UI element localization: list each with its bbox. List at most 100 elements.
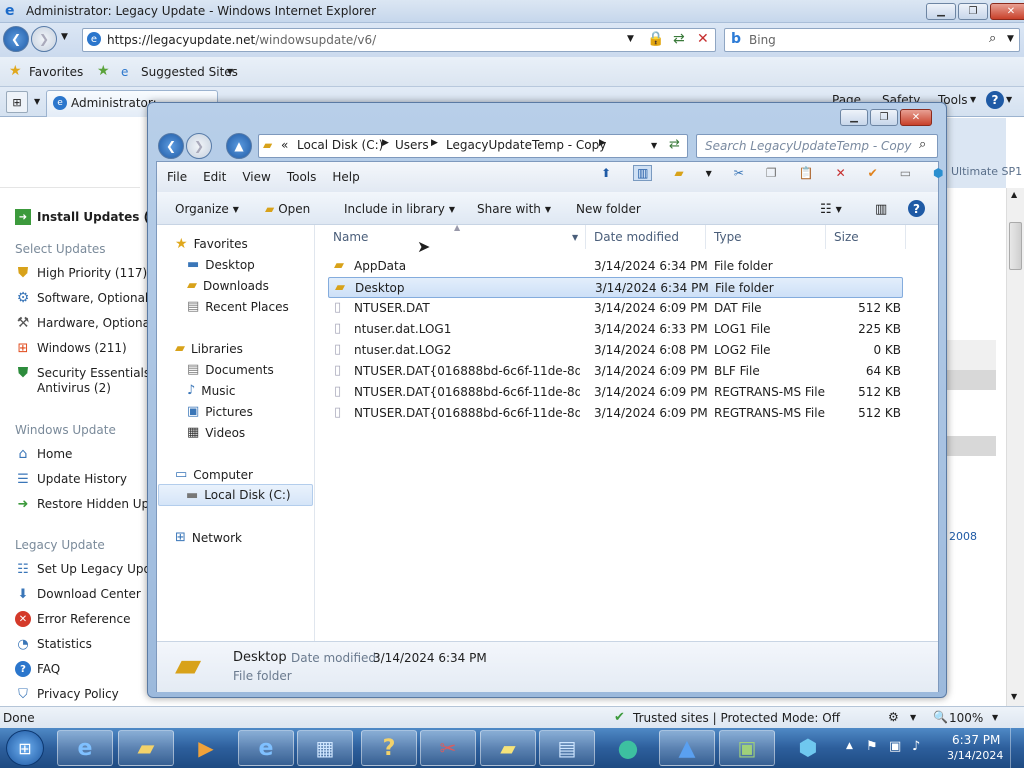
explorer-close-button[interactable]: ✕ (900, 109, 932, 126)
tray-time[interactable]: 6:37 PM (952, 733, 1000, 747)
properties-check-icon[interactable]: ✔ (868, 166, 878, 180)
nav-computer[interactable]: ▭ Computer (175, 467, 253, 482)
ie-search-box[interactable]: b Bing ⌕ ▼ (724, 28, 1020, 52)
taskbar-app-green[interactable]: ● (600, 730, 656, 766)
ie-scroll-thumb[interactable] (1009, 222, 1022, 270)
file-row[interactable]: ▯ ntuser.dat.LOG1 3/14/2024 6:33 PM LOG1 Fi… (328, 319, 903, 340)
nav-libraries[interactable]: ▰ Libraries (175, 341, 243, 356)
explorer-search-box[interactable]: Search LegacyUpdateTemp - Copy ⌕ (696, 134, 938, 158)
column-type[interactable]: Type (706, 225, 826, 249)
breadcrumb-dropdown-icon[interactable]: ▼ (651, 141, 657, 150)
nav-network[interactable]: ⊞ Network (175, 530, 242, 545)
search-icon[interactable]: ⌕ (989, 31, 996, 46)
explorer-breadcrumb[interactable]: ▰ « Local Disk (C:) ▶ Users ▶ LegacyUpda… (258, 134, 688, 158)
taskbar-app-blue[interactable]: ▲ (659, 730, 715, 766)
taskbar-explorer[interactable]: ▰ (118, 730, 174, 766)
tray-volume-icon[interactable]: ♪ (912, 739, 920, 754)
popup-dropdown-icon[interactable]: ▼ (910, 713, 916, 722)
search-dropdown-icon[interactable]: ▼ (1007, 34, 1014, 44)
suggested-sites-link[interactable]: Suggested Sites (141, 65, 238, 79)
taskbar-ie-2[interactable]: e (238, 730, 294, 766)
file-row[interactable]: ▯ NTUSER.DAT 3/14/2024 6:09 PM DAT File 512 … (328, 298, 903, 319)
menu-tools[interactable]: Tools (287, 170, 317, 184)
menu-edit[interactable]: Edit (203, 170, 226, 184)
help-icon[interactable]: ? (986, 91, 1004, 109)
sidebar-item-restore-hidden[interactable]: ➜ Restore Hidden Upda (15, 496, 165, 512)
sidebar-item-hardware-optional[interactable]: ⚒ Hardware, Optional (15, 315, 154, 331)
nav-downloads[interactable]: ▰ Downloads (187, 278, 269, 293)
sidebar-item-faq[interactable]: ? FAQ (15, 661, 60, 677)
sidebar-item-high-priority[interactable]: ⛊ High Priority (117) (15, 265, 147, 281)
taskbar-ie-1[interactable]: e (57, 730, 113, 766)
lock-icon[interactable]: 🔒 (647, 31, 664, 47)
ie-close-button[interactable]: ✕ (990, 3, 1024, 20)
taskbar-document[interactable]: ▤ (539, 730, 595, 766)
nav-desktop[interactable]: ▬ Desktop (187, 257, 255, 272)
cut-icon[interactable]: ✂ (734, 166, 744, 180)
sidebar-item-security-essentials[interactable]: ⛊ Security Essentials F (15, 365, 161, 381)
breadcrumb-local-disk[interactable]: Local Disk (C:) (297, 138, 383, 152)
security-zone-text[interactable]: Trusted sites | Protected Mode: Off (633, 711, 840, 725)
nav-favorites[interactable]: ★ Favorites (175, 236, 248, 252)
tray-expand-icon[interactable]: ▲ (846, 741, 853, 751)
sidebar-item-home[interactable]: ⌂ Home (15, 446, 73, 462)
ie-minimize-button[interactable]: ▁ (926, 3, 956, 20)
history-dropdown-icon[interactable]: ▼ (61, 32, 68, 42)
sidebar-item-software-optional[interactable]: ⚙ Software, Optional (15, 290, 149, 306)
taskbar-notes[interactable]: ▰ (480, 730, 536, 766)
nav-pane-toggle-icon[interactable]: ▥ (633, 165, 653, 181)
taskbar-media-player[interactable]: ▶ (178, 730, 234, 766)
tray-date[interactable]: 3/14/2024 (947, 749, 1003, 762)
tab-list-dropdown-icon[interactable]: ▼ (34, 97, 40, 106)
sidebar-item-update-history[interactable]: ☰ Update History (15, 471, 127, 487)
refresh-icon[interactable]: ⇄ (673, 31, 685, 47)
year-link[interactable]: 2008 (949, 530, 977, 543)
file-row[interactable]: ▯ ntuser.dat.LOG2 3/14/2024 6:08 PM LOG2 Fi… (328, 340, 903, 361)
address-dropdown-icon[interactable]: ▼ (627, 34, 634, 44)
taskbar-snipping[interactable]: ✂ (420, 730, 476, 766)
open-button[interactable]: ▰ Open (265, 202, 310, 216)
back-button[interactable]: ❮ (3, 26, 29, 52)
share-with-button[interactable]: Share with ▼ (477, 202, 551, 216)
sidebar-item-statistics[interactable]: ◔ Statistics (15, 636, 92, 652)
copy-icon[interactable]: ❐ (766, 166, 777, 180)
popup-blocker-icon[interactable]: ⚙ (888, 710, 899, 724)
add-favorite-icon[interactable]: ★ (97, 63, 110, 79)
explorer-search-icon[interactable]: ⌕ (919, 137, 926, 152)
suggested-dropdown-icon[interactable]: ▼ (227, 67, 233, 76)
show-desktop-button[interactable] (1010, 728, 1024, 768)
folder-options-icon[interactable]: ▰ (674, 166, 683, 180)
sidebar-item-error-reference[interactable]: ✕ Error Reference (15, 611, 131, 627)
taskbar-app-cyan[interactable]: ⬢ (780, 730, 836, 766)
zoom-dropdown-icon[interactable]: ▼ (992, 713, 998, 722)
sidebar-item-setup-legacy[interactable]: ☷ Set Up Legacy Updat (15, 561, 163, 577)
scroll-up-icon[interactable]: ▲ (1011, 190, 1017, 199)
tray-network-icon[interactable]: ▣ (889, 739, 901, 754)
nav-documents[interactable]: ▤ Documents (187, 362, 274, 377)
explorer-forward-button[interactable]: ❯ (186, 133, 212, 159)
start-button[interactable]: ⊞ (6, 730, 44, 766)
folder-options-dropdown-icon[interactable]: ▼ (706, 169, 712, 178)
column-date-modified[interactable]: Date modified (586, 225, 706, 249)
install-updates-link[interactable]: ➜ Install Updates (11 (15, 209, 166, 225)
breadcrumb-sep-icon[interactable]: ▶ (431, 138, 438, 148)
explorer-up-button[interactable]: ▲ (226, 133, 252, 159)
organize-button[interactable]: Organize ▼ (175, 202, 239, 216)
explorer-maximize-button[interactable]: ❐ (870, 109, 898, 126)
quick-tabs-icon[interactable]: ⊞ (6, 91, 28, 113)
tray-flag-icon[interactable]: ⚑ (866, 739, 878, 754)
paste-icon[interactable]: 📋 (799, 166, 814, 180)
file-row[interactable]: ▰ AppData 3/14/2024 6:34 PM File folder (328, 256, 903, 277)
stop-icon[interactable]: ✕ (697, 31, 709, 47)
include-in-library-button[interactable]: Include in library ▼ (344, 202, 455, 216)
delete-icon[interactable]: ✕ (836, 166, 846, 180)
forward-button[interactable]: ❯ (31, 26, 57, 52)
breadcrumb-overflow[interactable]: « (281, 138, 288, 152)
up-folder-icon[interactable]: ⬆ (601, 166, 611, 180)
menu-file[interactable]: File (167, 170, 187, 184)
address-bar[interactable]: e https://legacyupdate.net/windowsupdate… (82, 28, 716, 52)
taskbar-system-info[interactable]: ▦ (297, 730, 353, 766)
nav-pictures[interactable]: ▣ Pictures (187, 404, 253, 419)
nav-music[interactable]: ♪ Music (187, 383, 235, 398)
nav-videos[interactable]: ▦ Videos (187, 425, 245, 440)
